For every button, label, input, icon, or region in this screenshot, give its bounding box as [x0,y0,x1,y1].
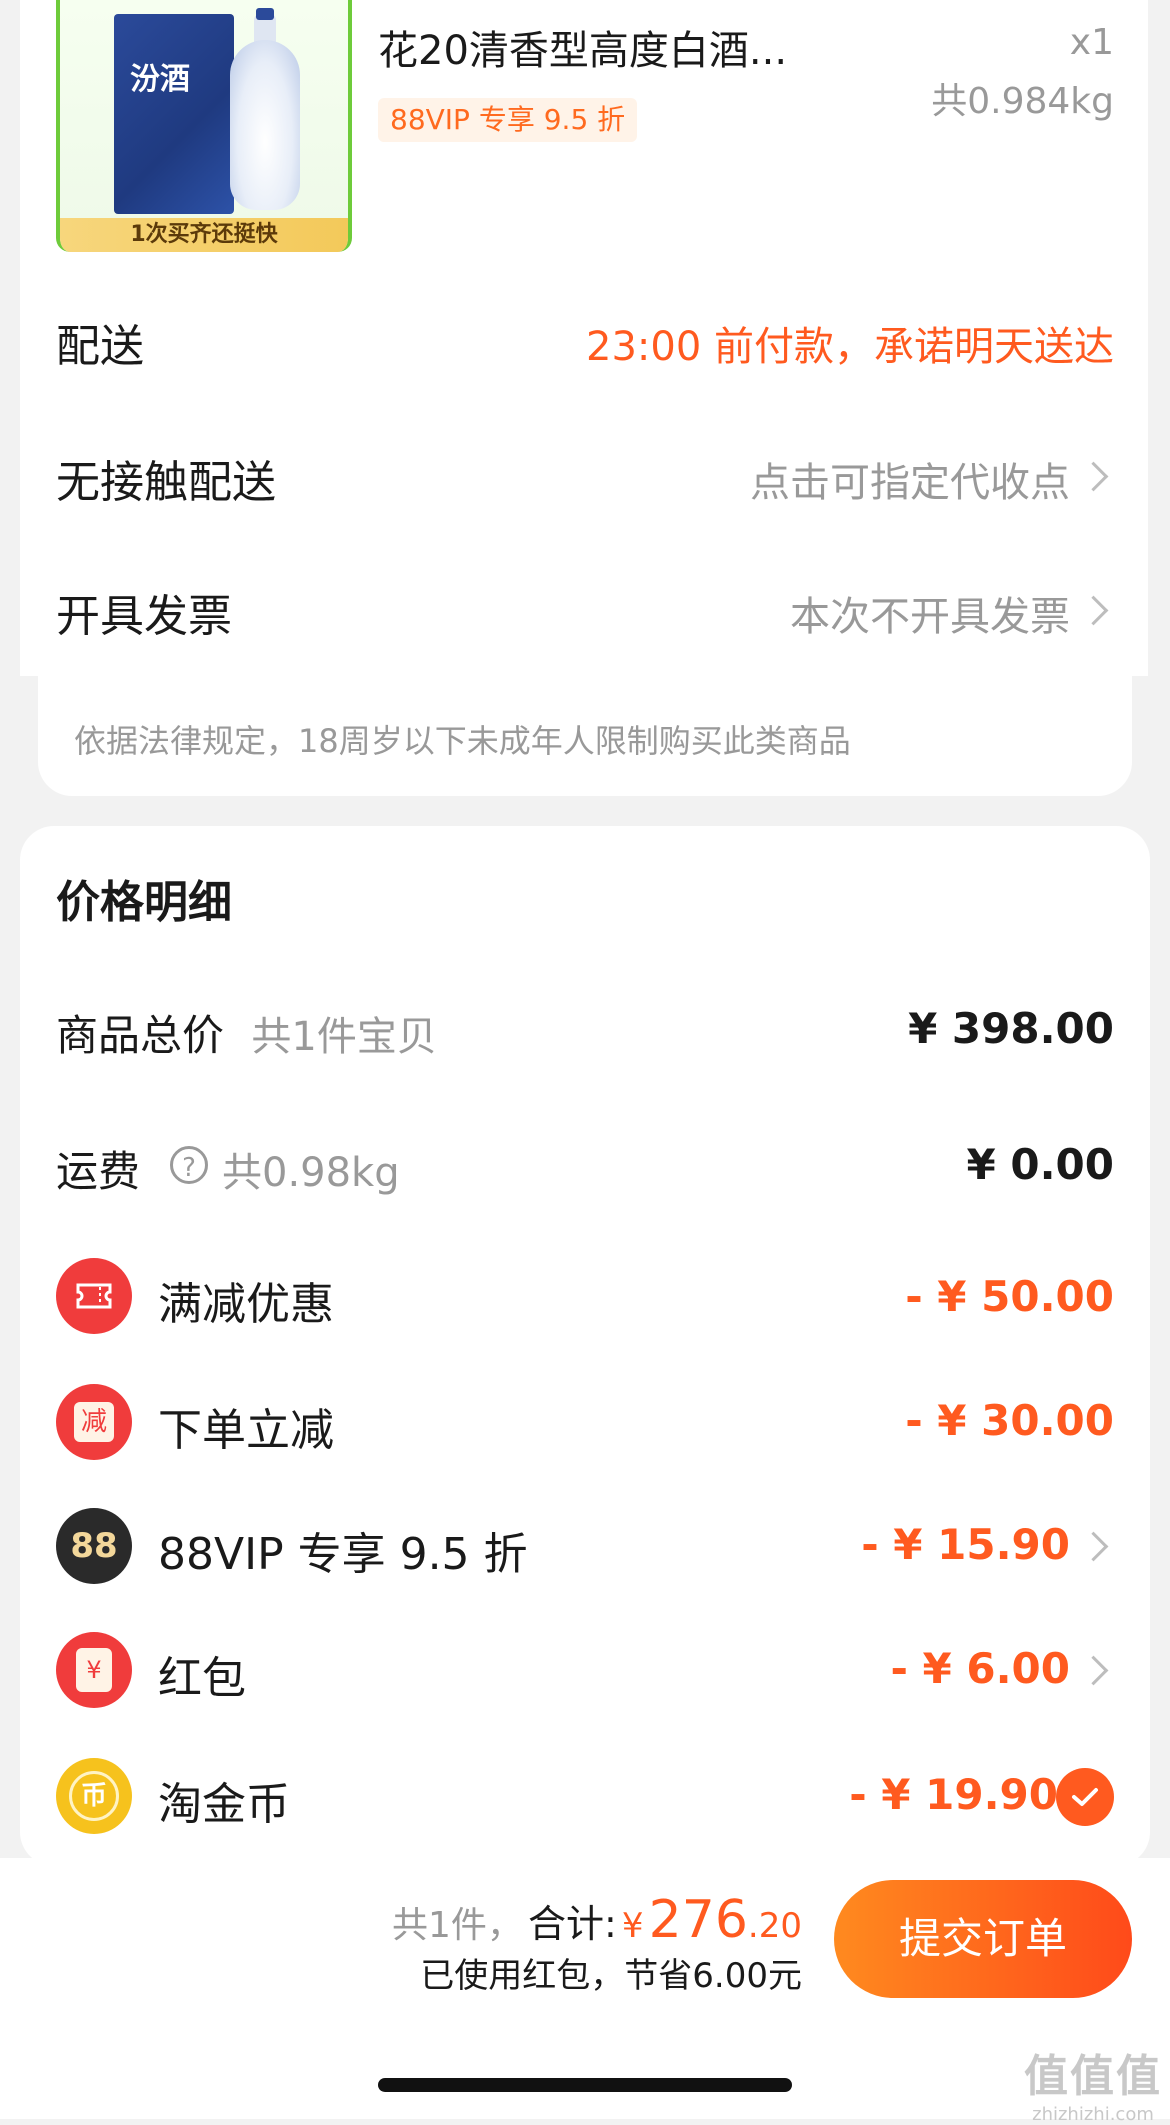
delivery-promise: 23:00 前付款，承诺明天送达 [586,324,1114,370]
bottle-cap [256,8,274,20]
help-icon[interactable]: ? [170,1146,208,1184]
instant-discount-label: 下单立减 [158,1405,334,1456]
full-reduction-amount: - ¥ 50.00 [905,1272,1114,1321]
order-summary: 共1件， 合计: ¥ 276.20 [392,1890,802,1950]
home-indicator[interactable] [378,2078,792,2092]
total-decimal: .20 [747,1906,802,1946]
product-weight: 共0.984kg [931,81,1114,122]
vip88-icon: 88 [56,1508,132,1584]
red-packet-amount: - ¥ 6.00 [890,1644,1070,1693]
price-detail-title: 价格明细 [56,877,232,928]
total-label: 合计: [528,1902,617,1946]
product-image-banner: 1次买齐还挺快 [60,218,348,252]
vip-discount-tag: 88VIP 专享 9.5 折 [378,98,638,142]
jian-icon: 减 [56,1384,132,1460]
savings-note: 已使用红包，节省6.00元 [420,1956,802,1996]
watermark-sub: zhizhizhi.com [1032,2104,1154,2125]
taojinbi-label: 淘金币 [158,1779,290,1830]
site-watermark: 值值值 zhizhizhi.com [1024,2040,1162,2125]
total-price-row: 商品总价 共1件宝贝 [56,1002,437,1063]
submit-order-button[interactable]: 提交订单 [834,1880,1132,1998]
jian-glyph: 减 [74,1402,114,1442]
instant-discount-amount: - ¥ 30.00 [905,1396,1114,1445]
item-count: 共1件， [392,1905,523,1946]
shipping-label: 运费 [56,1147,141,1196]
coin-glyph: 币 [69,1771,119,1821]
bottle-body [230,40,300,210]
total-price-amount: ¥ 398.00 [908,1004,1114,1053]
red-packet-label: 红包 [158,1653,246,1704]
invoice-value: 本次不开具发票 [790,594,1070,640]
red-packet-icon: ¥ [56,1632,132,1708]
red-packet-glyph: ¥ [76,1648,112,1692]
shipping-weight: 共0.98kg [222,1150,400,1196]
ticket-icon [56,1258,132,1334]
invoice-label: 开具发票 [56,591,232,642]
legal-notice-text: 依据法律规定，18周岁以下未成年人限制购买此类商品 [74,722,851,760]
vip-discount-label: 88VIP 专享 9.5 折 [158,1529,528,1580]
full-reduction-label: 满减优惠 [158,1279,334,1330]
product-logo-text: 汾酒 [130,62,190,97]
vip-discount-amount: - ¥ 15.90 [861,1520,1070,1569]
product-box-art: 汾酒 [114,14,234,214]
product-quantity: x1 [1069,22,1114,63]
contactless-delivery-value: 点击可指定代收点 [750,460,1070,506]
product-image[interactable]: 汾酒 1次买齐还挺快 [56,0,352,252]
contactless-delivery-label: 无接触配送 [56,457,276,508]
delivery-label: 配送 [56,321,144,372]
total-price-label: 商品总价 [56,1011,225,1060]
vip88-glyph: 88 [70,1526,118,1566]
total-integer: 276 [648,1890,748,1950]
total-item-count: 共1件宝贝 [251,1014,437,1060]
product-title[interactable]: 花20清香型高度白酒... [378,18,787,76]
checkmark-icon[interactable] [1056,1768,1114,1826]
coin-icon: 币 [56,1758,132,1834]
watermark-main: 值值值 [1024,2051,1162,2102]
currency-symbol: ¥ [621,1906,644,1946]
taojinbi-amount: - ¥ 19.90 [849,1770,1058,1819]
shipping-amount: ¥ 0.00 [966,1140,1114,1189]
